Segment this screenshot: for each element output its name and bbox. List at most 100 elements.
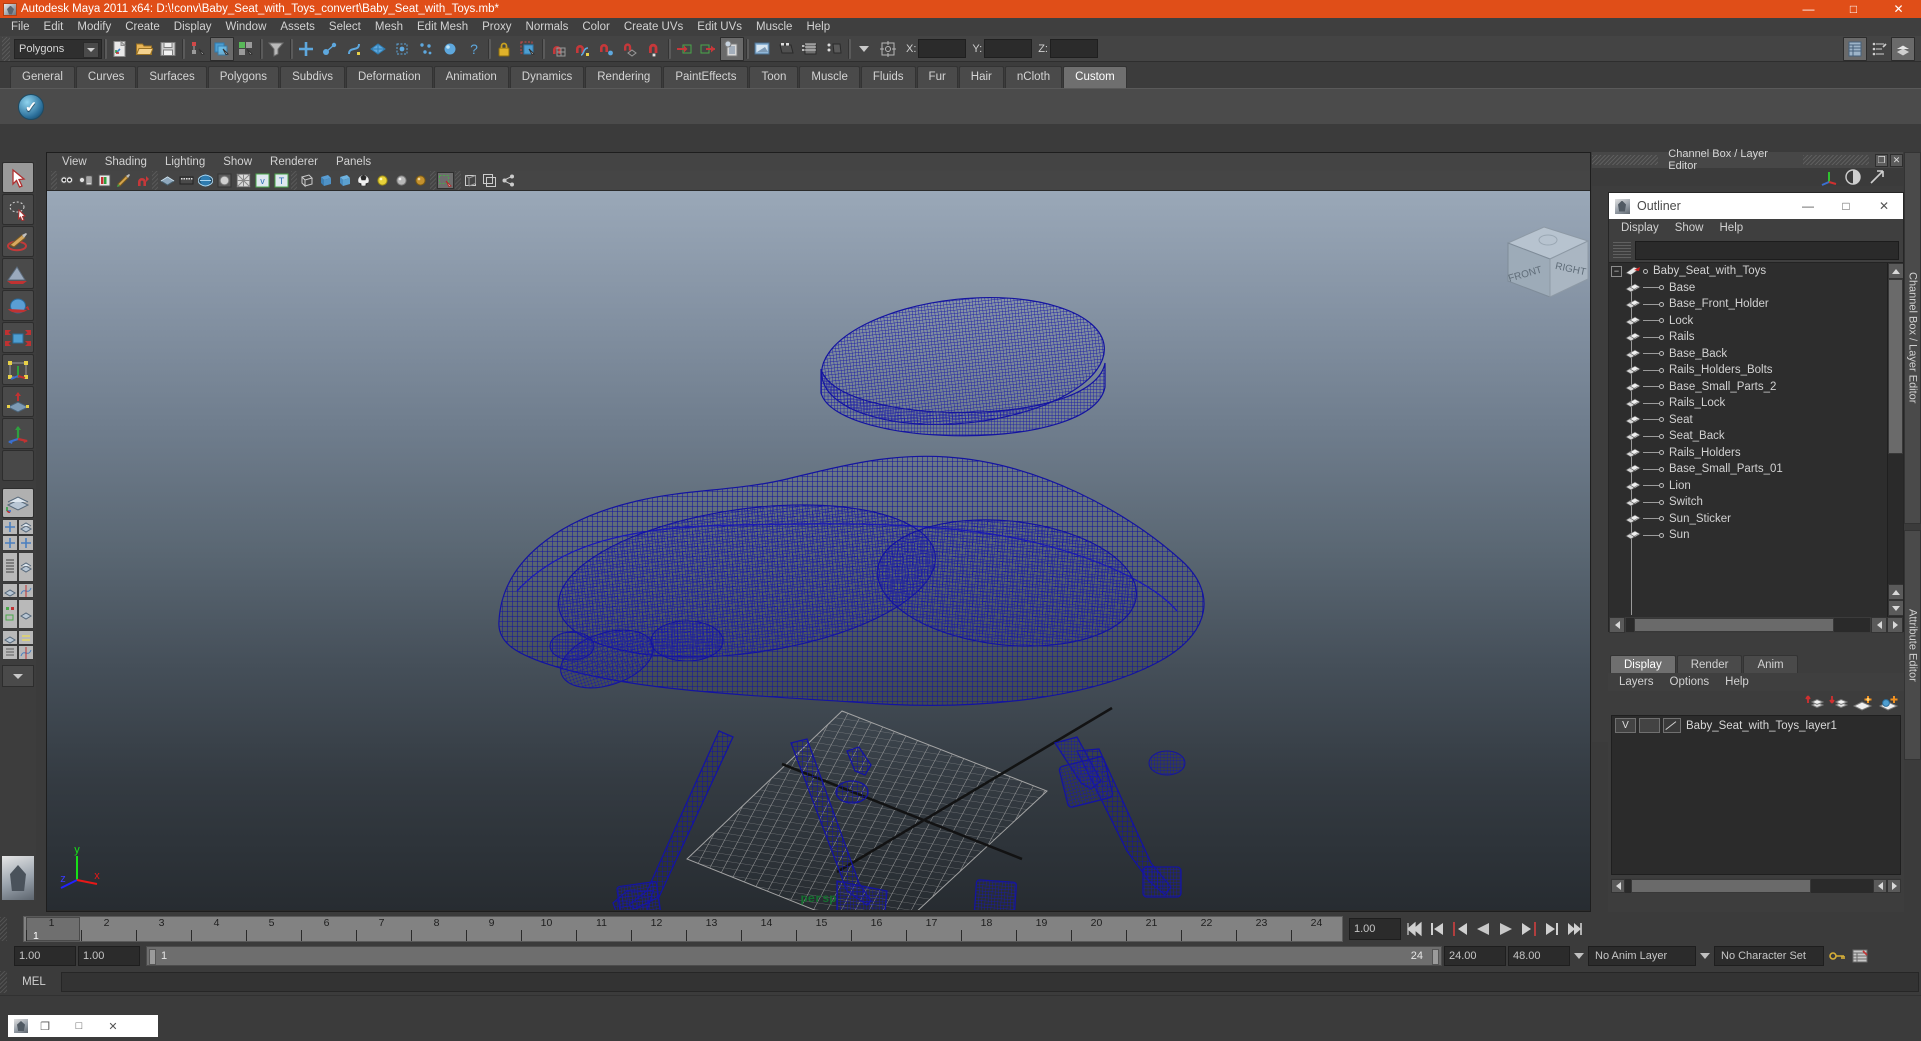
outliner-item[interactable]: Rails_Holders: [1609, 445, 1887, 462]
select-tool[interactable]: [2, 162, 34, 193]
filter-icon[interactable]: [1613, 242, 1631, 258]
move-layer-up-icon[interactable]: [1804, 694, 1824, 712]
highlight-selection-icon[interactable]: [516, 37, 540, 61]
layout-persp-pane-2[interactable]: [18, 599, 34, 629]
viewport-menu-view[interactable]: View: [53, 153, 96, 171]
layer-name[interactable]: Baby_Seat_with_Toys_layer1: [1686, 720, 1837, 732]
chevron-down-icon[interactable]: [83, 41, 99, 58]
layer-editor-tab-anim[interactable]: Anim: [1743, 655, 1798, 673]
layout-persp-top[interactable]: [2, 583, 18, 598]
menu-modify[interactable]: Modify: [70, 18, 118, 36]
snap-to-curve-icon[interactable]: [570, 37, 594, 61]
shelf-tab-ncloth[interactable]: nCloth: [1004, 66, 1063, 88]
expand-collapse-icon[interactable]: −: [1611, 265, 1622, 277]
flat-shade-icon[interactable]: [336, 172, 353, 189]
shelf-tab-animation[interactable]: Animation: [433, 66, 509, 88]
outliner-item[interactable]: Base_Small_Parts_01: [1609, 461, 1887, 478]
layout-quad-bottom-right[interactable]: [18, 535, 34, 551]
dynamics-icon[interactable]: [414, 37, 438, 61]
move-tool[interactable]: [2, 258, 34, 289]
layout-quad-bottom-left[interactable]: [2, 535, 18, 551]
rotate-tool[interactable]: [2, 290, 34, 321]
outliner-item[interactable]: Switch: [1609, 494, 1887, 511]
toggle-icon[interactable]: [134, 172, 151, 189]
save-scene-icon[interactable]: [156, 37, 180, 61]
viewport-menu-panels[interactable]: Panels: [327, 153, 380, 171]
shadows-icon[interactable]: [412, 172, 429, 189]
menu-mesh[interactable]: Mesh: [368, 18, 410, 36]
book-icon[interactable]: [96, 172, 113, 189]
dock-grip-right[interactable]: [1802, 155, 1869, 165]
menu-edit[interactable]: Edit: [37, 18, 71, 36]
window-maximize-button[interactable]: □: [1831, 0, 1876, 18]
layout-three-pane-d[interactable]: [18, 645, 34, 660]
menu-muscle[interactable]: Muscle: [749, 18, 799, 36]
menu-window[interactable]: Window: [218, 18, 273, 36]
shelf-tab-deformation[interactable]: Deformation: [345, 66, 433, 88]
layer-color-swatch[interactable]: [1663, 718, 1681, 733]
open-scene-icon[interactable]: [132, 37, 156, 61]
use-all-lights-icon[interactable]: [393, 172, 410, 189]
layer-editor-menu-options[interactable]: Options: [1662, 673, 1718, 691]
shelf-tab-custom[interactable]: Custom: [1063, 66, 1127, 88]
outliner-menu-show[interactable]: Show: [1667, 219, 1712, 238]
character-set-select[interactable]: No Character Set: [1714, 946, 1824, 966]
outliner-persp-layout[interactable]: [2, 552, 34, 582]
lasso-select-tool[interactable]: [2, 194, 34, 225]
absolute-relative-caret-icon[interactable]: [852, 37, 876, 61]
last-tool-used[interactable]: [2, 450, 34, 481]
construction-history-icon[interactable]: [720, 36, 744, 61]
dock-grip-left[interactable]: [1592, 155, 1659, 165]
render-settings-icon[interactable]: [798, 37, 822, 61]
scroll-left-icon-2[interactable]: [1871, 617, 1887, 633]
paint-icon[interactable]: [115, 172, 132, 189]
select-by-hierarchy-icon[interactable]: [186, 37, 210, 61]
range-slider[interactable]: 1 24: [146, 946, 1442, 966]
scroll-left-icon[interactable]: [1609, 617, 1625, 633]
time-slider[interactable]: 1 1 2 3 4 5 6 7 8 9 10 11 12 13 14 15 16 17 18 19 20 21 22 23 2…: [23, 916, 1343, 942]
layout-outliner-pane[interactable]: [2, 552, 18, 582]
layer-scroll-left-icon-2[interactable]: [1873, 878, 1887, 893]
command-line-input[interactable]: [61, 972, 1919, 992]
tab-attribute-editor[interactable]: Attribute Editor: [1904, 530, 1921, 760]
outliner-item[interactable]: Rails_Lock: [1609, 395, 1887, 412]
outliner-search-input[interactable]: [1635, 240, 1899, 260]
shelf-tab-hair[interactable]: Hair: [958, 66, 1004, 88]
outliner-item[interactable]: Sun_Sticker: [1609, 511, 1887, 528]
show-hide-tool-settings-icon[interactable]: [1867, 37, 1891, 61]
outliner-maximize-button[interactable]: □: [1827, 193, 1865, 219]
layout-three-pane-c[interactable]: [2, 645, 18, 660]
safe-action-icon[interactable]: v: [254, 172, 271, 189]
taskbar-restore-button[interactable]: ❐: [28, 1015, 62, 1037]
outliner-item[interactable]: Base_Small_Parts_2: [1609, 379, 1887, 396]
layout-three-pane-a[interactable]: [2, 630, 18, 645]
smooth-shade-all-icon[interactable]: [317, 172, 334, 189]
custom-script-button[interactable]: [18, 93, 44, 120]
shelf-tab-general[interactable]: General: [10, 66, 75, 88]
layout-quad-top-left[interactable]: [2, 519, 18, 535]
shelf-tab-surfaces[interactable]: Surfaces: [137, 66, 207, 88]
mask-filter-icon[interactable]: [264, 37, 288, 61]
select-camera-icon[interactable]: [58, 172, 75, 189]
misc-icon[interactable]: ?: [462, 37, 486, 61]
gate-mask-icon[interactable]: [216, 172, 233, 189]
lock-icon[interactable]: [492, 37, 516, 61]
safe-title-icon[interactable]: T: [273, 172, 290, 189]
menu-file[interactable]: File: [4, 18, 37, 36]
shelf-tab-dynamics[interactable]: Dynamics: [509, 66, 585, 88]
shaded-textured-icon[interactable]: [355, 172, 372, 189]
layer-editor-tab-display[interactable]: Display: [1610, 655, 1676, 673]
paint-select-tool[interactable]: [2, 226, 34, 257]
taskbar-window-button[interactable]: ❐ □ ✕: [8, 1015, 158, 1037]
xray-icon[interactable]: [462, 172, 479, 189]
camera-attributes-icon[interactable]: [77, 172, 94, 189]
outliner-item[interactable]: Rails_Holders_Bolts: [1609, 362, 1887, 379]
outliner-hscroll-thumb[interactable]: [1634, 618, 1834, 632]
animation-start-time-field[interactable]: 1.00: [14, 946, 76, 966]
tab-channel-box-layer-editor[interactable]: Channel Box / Layer Editor: [1904, 152, 1921, 524]
menu-help[interactable]: Help: [799, 18, 837, 36]
smooth-shade-icon[interactable]: [159, 172, 176, 189]
outliner-vertical-scrollbar[interactable]: [1887, 263, 1903, 617]
range-start-handle[interactable]: [149, 949, 156, 965]
deformers-icon[interactable]: [390, 37, 414, 61]
